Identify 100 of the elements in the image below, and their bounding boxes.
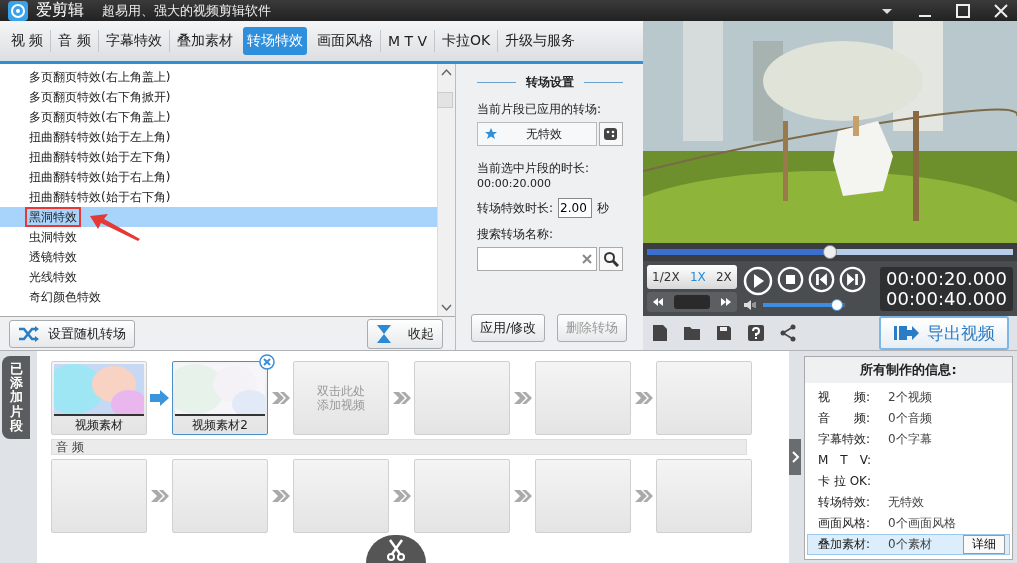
export-video-button[interactable]: 导出视频 [879,316,1009,350]
progress-handle[interactable] [823,245,837,259]
expand-icon[interactable] [789,439,801,475]
section-title: 转场设置 [526,74,574,91]
effect-label: 光线特效 [28,269,78,286]
info-value: 0个音频 [888,410,933,427]
info-value: 2个视频 [888,389,933,406]
effect-item[interactable]: 黑洞特效 [0,207,437,227]
dice-icon [603,126,619,142]
duration-field[interactable]: 2.00 [558,198,593,218]
effect-label: 奇幻颜色特效 [28,289,102,306]
effect-item[interactable]: 扭曲翻转特效(始于右下角) [0,187,437,207]
info-title: 所有制作的信息: [805,357,1012,383]
tab[interactable]: 字幕特效 [101,27,166,55]
effect-label: 多页翻页特效(右下角盖上) [28,109,172,126]
effect-item[interactable]: 多页翻页特效(右下角盖上) [0,107,437,127]
info-value: 0个素材 [888,536,933,553]
info-label: 叠加素材: [818,536,872,553]
details-button[interactable]: 详细 [963,535,1005,554]
clip-duration: 00:00:20.000 [477,177,552,190]
effect-label: 扭曲翻转特效(始于左上角) [28,129,172,146]
info-label: 转场特效: [818,494,872,511]
app-logo-icon [8,0,28,21]
app-name: 爱剪辑 [36,0,84,21]
info-label: 画面风格: [818,515,872,532]
scissors-icon [386,539,406,561]
save-icon[interactable] [715,324,733,342]
effect-item[interactable]: 虫洞特效 [0,227,437,247]
effect-item[interactable]: 光线特效 [0,267,437,287]
search-field[interactable] [477,247,597,271]
tab[interactable]: 升级与服务 [501,27,580,55]
tab[interactable]: 画面风格 [312,27,377,55]
collapse-button[interactable]: 收起 [366,318,443,349]
search-button[interactable] [599,247,623,271]
video-clip[interactable]: 视频素材2 [172,361,268,435]
effect-label: 多页翻页特效(右上角盖上) [28,69,172,86]
info-label: 字幕特效: [818,431,872,448]
audio-track-label: 音 频 [51,439,747,455]
tab[interactable]: M T V [383,28,431,54]
speed-option[interactable]: 2X [714,270,734,284]
info-value: 0个字幕 [888,431,933,448]
info-label: M T V: [818,452,872,469]
jog-wheel[interactable] [647,292,737,312]
current-time: 00:00:20.000 [886,268,1007,289]
effect-label: 透镜特效 [28,249,78,266]
field-label: 当前选中片段的时长: [477,160,591,177]
tab[interactable]: 卡拉OK [438,27,495,55]
stop-icon[interactable] [777,266,804,293]
field-label: 当前片段已应用的转场: [477,101,603,118]
speaker-icon[interactable] [743,299,757,311]
applied-transition-field[interactable]: 无特效 [477,122,597,146]
apply-button[interactable]: 应用/修改 [471,314,546,342]
effect-item[interactable]: 多页翻页特效(右上角盖上) [0,67,437,87]
annotation-arrow [88,212,143,242]
next-frame-icon[interactable] [839,266,866,293]
volume-handle[interactable] [830,299,843,311]
info-label: 视 频: [818,389,872,406]
effect-label: 多页翻页特效(右下角掀开) [28,89,172,106]
star-icon [484,127,498,141]
add-video-hint: 双击此处添加视频 [316,384,366,412]
maximize-icon[interactable] [955,2,971,19]
folder-icon[interactable] [683,324,701,342]
effect-label: 扭曲翻转特效(始于右下角) [28,189,172,206]
info-value: 无特效 [888,494,925,511]
effect-item[interactable]: 扭曲翻转特效(始于右上角) [0,167,437,187]
share-icon[interactable] [779,324,797,342]
field-label: 转场特效时长: [477,199,554,217]
effect-label: 扭曲翻转特效(始于右上角) [28,169,172,186]
shuffle-icon [18,325,40,342]
effect-item[interactable]: 多页翻页特效(右下角掀开) [0,87,437,107]
effect-item[interactable]: 扭曲翻转特效(始于左上角) [0,127,437,147]
added-clips-tab[interactable]: 已添加片段 [2,356,30,439]
field-label: 搜索转场名称: [477,226,555,243]
help-icon[interactable] [747,324,765,342]
unit-label: 秒 [597,199,610,217]
info-label: 音 频: [818,410,872,427]
tab[interactable]: 音 频 [54,27,95,55]
hourglass-icon [375,323,392,344]
total-time: 00:00:40.000 [886,288,1007,309]
clear-icon[interactable] [582,254,592,264]
export-icon [893,324,919,342]
info-value: 0个画面风格 [888,515,957,532]
random-transition-button[interactable]: 设置随机转场 [9,319,135,348]
scroll-thumb[interactable] [437,92,453,108]
previous-frame-icon[interactable] [808,266,835,293]
effect-item[interactable]: 奇幻颜色特效 [0,287,437,307]
effect-item[interactable]: 扭曲翻转特效(始于左下角) [0,147,437,167]
app-tagline: 超易用、强大的视频剪辑软件 [102,1,272,20]
effect-item[interactable]: 透镜特效 [0,247,437,267]
video-clip[interactable]: 视频素材 [51,361,147,435]
new-file-icon[interactable] [651,324,669,342]
clip-label: 视频素材2 [191,417,249,434]
clip-label: 视频素材 [74,417,124,434]
tab[interactable]: 视 频 [7,27,48,55]
effect-label: 扭曲翻转特效(始于左下角) [28,149,172,166]
dice-button[interactable] [599,122,623,146]
tab[interactable]: 叠加素材 [172,27,237,55]
speed-option[interactable]: 1/2X [650,270,682,284]
play-icon[interactable] [743,266,773,296]
highlight-box: 黑洞特效 [25,207,81,227]
